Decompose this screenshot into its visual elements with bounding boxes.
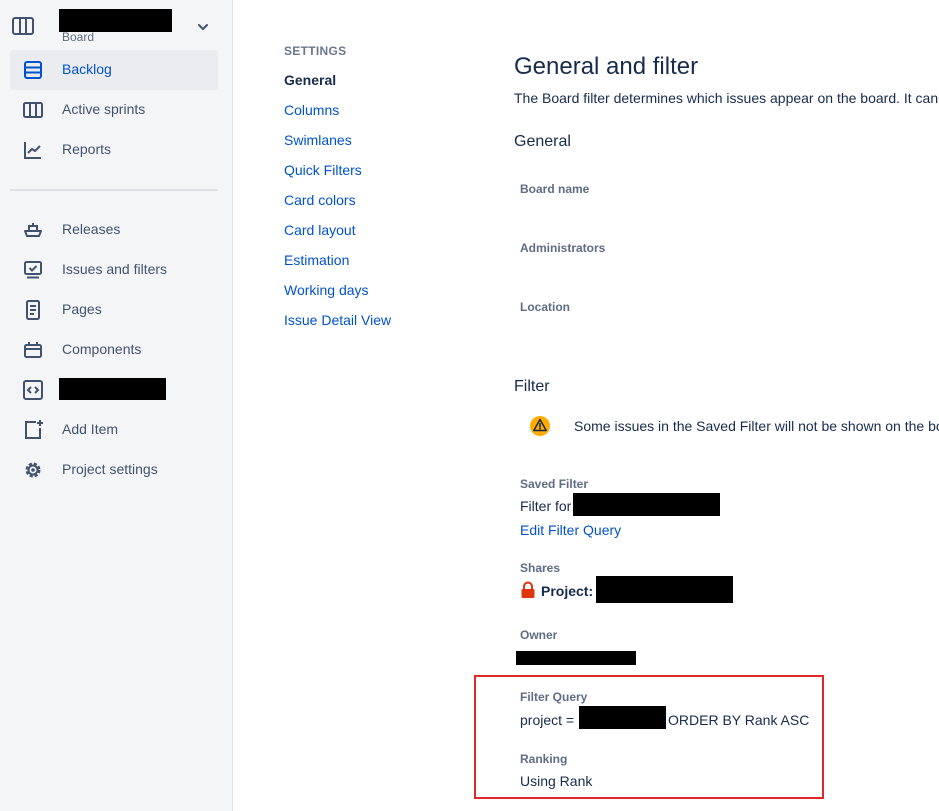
settings-link-quick-filters[interactable]: Quick Filters (284, 162, 362, 178)
settings-link-issue-detail-view[interactable]: Issue Detail View (284, 312, 391, 328)
page-description: The Board filter determines which issues… (514, 90, 939, 106)
chevron-down-icon[interactable] (196, 20, 210, 34)
sidebar-item-add-item[interactable]: Add Item (10, 410, 218, 450)
sidebar-divider (10, 189, 218, 191)
project-name-redacted (59, 9, 172, 32)
ranking-label: Ranking (520, 752, 568, 766)
add-item-icon (25, 420, 43, 439)
saved-filter-prefix: Filter for (520, 498, 572, 514)
backlog-icon (24, 61, 42, 79)
settings-link-general[interactable]: General (284, 72, 336, 88)
filter-query-label: Filter Query (520, 690, 588, 704)
settings-link-card-layout[interactable]: Card layout (284, 222, 356, 238)
sidebar-item-label: Releases (62, 221, 121, 237)
filter-query-project-redacted (579, 706, 666, 729)
component-icon (24, 342, 42, 358)
sidebar-item-project-settings[interactable]: Project settings (10, 450, 218, 490)
board-name-label: Board name (520, 182, 590, 196)
lock-icon (521, 581, 535, 598)
settings-link-swimlanes[interactable]: Swimlanes (284, 132, 352, 148)
page-title: General and filter (514, 53, 699, 80)
project-sidebar: Board Backlog Active sprints Reports Rel… (0, 0, 233, 811)
settings-menu-title: SETTINGS (284, 44, 347, 58)
sidebar-item-reports[interactable]: Reports (10, 130, 218, 170)
sidebar-item-label: Add Item (62, 421, 119, 437)
sidebar-item-redacted[interactable] (10, 370, 218, 410)
sidebar-item-pages[interactable]: Pages (10, 290, 218, 330)
sidebar-item-label: Pages (62, 301, 102, 317)
sidebar-item-label: Project settings (62, 461, 158, 477)
sidebar-item-active-sprints[interactable]: Active sprints (10, 90, 218, 130)
sidebar-item-label: Issues and filters (62, 261, 168, 277)
saved-filter-label: Saved Filter (520, 477, 589, 491)
sidebar-item-label: Components (62, 341, 142, 357)
filter-query-prefix: project = (520, 712, 575, 728)
chart-line-icon (24, 142, 41, 159)
settings-link-columns[interactable]: Columns (284, 102, 339, 118)
page-icon (26, 300, 40, 320)
location-label: Location (520, 300, 570, 314)
filter-warning-message: Some issues in the Saved Filter will not… (574, 418, 939, 434)
sidebar-item-releases[interactable]: Releases (10, 210, 218, 250)
warning-icon (530, 416, 550, 436)
sidebar-item-issues-and-filters[interactable]: Issues and filters (10, 250, 218, 290)
sidebar-item-label: Active sprints (62, 101, 146, 117)
administrators-label: Administrators (520, 241, 606, 255)
shares-project-redacted (596, 576, 733, 603)
saved-filter-name-redacted (573, 493, 720, 516)
settings-link-working-days[interactable]: Working days (284, 282, 369, 298)
ship-icon (24, 223, 42, 237)
settings-link-estimation[interactable]: Estimation (284, 252, 349, 268)
project-type-label: Board (62, 30, 95, 44)
issues-icon (24, 261, 42, 279)
sidebar-item-label-redacted (59, 378, 166, 400)
filter-query-suffix: ORDER BY Rank ASC (668, 712, 810, 728)
gear-icon (25, 462, 41, 478)
edit-filter-query-link[interactable]: Edit Filter Query (520, 522, 621, 538)
settings-link-card-colors[interactable]: Card colors (284, 192, 356, 208)
shares-label: Shares (520, 561, 561, 575)
owner-label: Owner (520, 628, 558, 642)
sidebar-item-label: Reports (62, 141, 112, 157)
sidebar-item-backlog[interactable]: Backlog (10, 50, 218, 90)
code-icon (23, 380, 43, 400)
board-icon (12, 17, 34, 35)
sidebar-item-label: Backlog (62, 61, 112, 77)
general-heading: General (514, 133, 571, 150)
ranking-value: Using Rank (520, 773, 593, 789)
filter-heading: Filter (514, 378, 550, 395)
owner-name-redacted (516, 651, 636, 665)
shares-value: Project: (541, 583, 594, 599)
sidebar-item-components[interactable]: Components (10, 330, 218, 370)
board-columns-icon (23, 102, 43, 118)
